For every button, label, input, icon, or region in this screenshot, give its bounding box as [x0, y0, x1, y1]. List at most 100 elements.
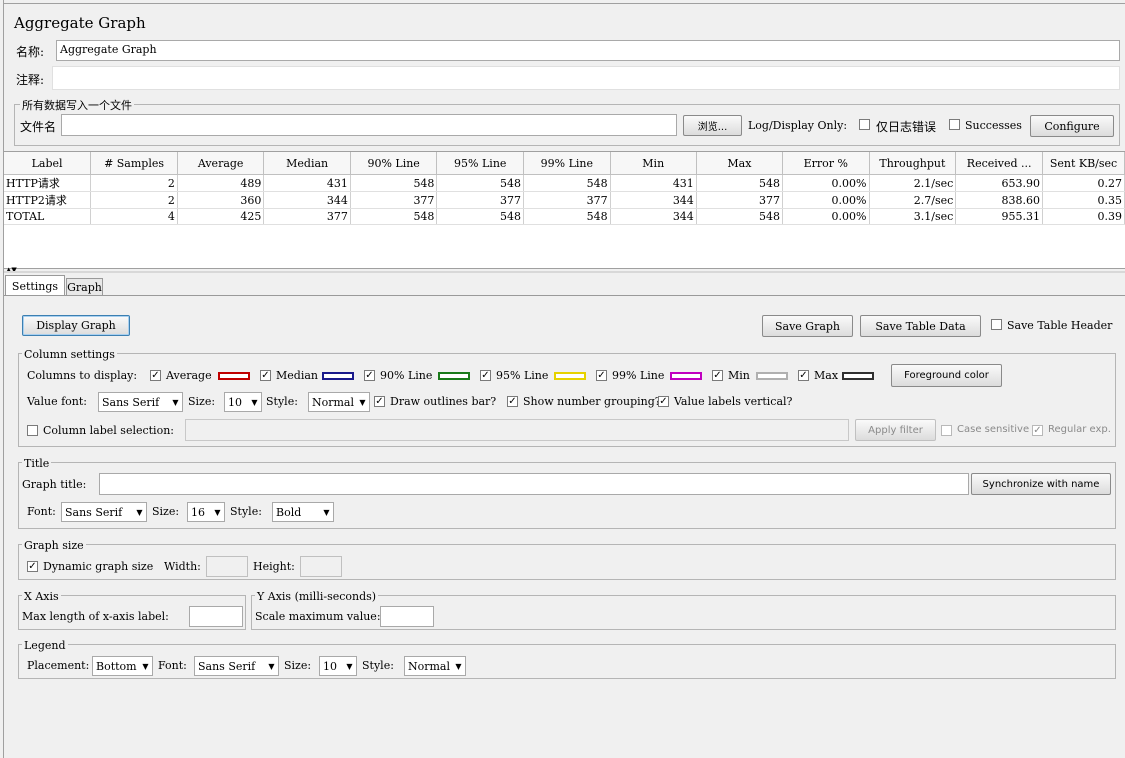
graph-title-label: Graph title: [22, 478, 87, 491]
value-vertical-label: Value labels vertical? [674, 395, 793, 408]
tab-graph[interactable]: Graph [66, 278, 103, 296]
column-header[interactable]: Error % [782, 152, 870, 175]
column-header[interactable]: 90% Line [350, 152, 438, 175]
column-header[interactable]: Received ... [955, 152, 1044, 175]
tab-settings[interactable]: Settings [5, 275, 65, 296]
column-max-color[interactable] [842, 372, 874, 380]
page-title: Aggregate Graph [14, 14, 146, 32]
chevron-down-icon: ▼ [251, 397, 258, 407]
column-min-color[interactable] [756, 372, 788, 380]
column-label-selection-checkbox[interactable] [27, 425, 38, 436]
title-size-select[interactable]: 16 ▼ [187, 502, 225, 522]
title-font-value: Sans Serif [65, 505, 123, 519]
column-99-line-color[interactable] [670, 372, 702, 380]
column-header[interactable]: 95% Line [436, 152, 525, 175]
table-row[interactable]: HTTP请求 2 489 431 548 548 548 431 548 0.00% 2.1/sec… [4, 174, 1125, 192]
dynamic-graph-size-checkbox[interactable] [27, 561, 38, 572]
table-cell: 955.31 [955, 208, 1044, 225]
save-table-header-checkbox[interactable] [991, 319, 1002, 330]
chevron-down-icon: ▼ [214, 507, 221, 517]
name-input[interactable]: Aggregate Graph [56, 40, 1120, 61]
x-axis-max-length-label: Max length of x-axis label: [22, 610, 169, 623]
filename-input[interactable] [61, 114, 677, 136]
splitter[interactable] [4, 271, 1125, 273]
column-median-checkbox[interactable] [260, 370, 271, 381]
column-99-line-checkbox[interactable] [596, 370, 607, 381]
table-cell: 548 [436, 208, 525, 225]
column-min-checkbox[interactable] [712, 370, 723, 381]
legend-size-select[interactable]: 10 ▼ [319, 656, 357, 676]
table-cell: 4 [90, 208, 178, 225]
draw-outlines-checkbox[interactable] [374, 396, 385, 407]
column-95-line-checkbox[interactable] [480, 370, 491, 381]
save-table-data-button[interactable]: Save Table Data [860, 315, 981, 337]
table-cell: 431 [263, 174, 351, 192]
table-cell: 2.1/sec [869, 174, 957, 192]
value-size-select[interactable]: 10 ▼ [224, 392, 262, 412]
y-axis-scale-label: Scale maximum value: [255, 610, 381, 623]
table-cell: 2 [90, 174, 178, 192]
height-input[interactable] [300, 556, 342, 577]
apply-filter-button[interactable]: Apply filter [855, 419, 936, 441]
column-90-line-checkbox[interactable] [364, 370, 375, 381]
legend-placement-select[interactable]: Bottom ▼ [92, 656, 153, 676]
results-table-container: Label # Samples Average Median 90% Line 95% L… [4, 151, 1125, 269]
chevron-down-icon: ▼ [455, 661, 462, 671]
display-graph-button[interactable]: Display Graph [22, 315, 130, 336]
legend-font-select[interactable]: Sans Serif ▼ [194, 656, 279, 676]
column-header[interactable]: Median [263, 152, 351, 175]
regular-exp-checkbox[interactable] [1032, 425, 1043, 436]
column-label-selection-input[interactable] [185, 419, 849, 441]
column-average-checkbox[interactable] [150, 370, 161, 381]
value-style-label: Style: [266, 395, 298, 408]
column-median-color[interactable] [322, 372, 354, 380]
column-header[interactable]: Average [177, 152, 265, 175]
case-sensitive-checkbox[interactable] [941, 425, 952, 436]
column-header[interactable]: # Samples [90, 152, 178, 175]
column-median-label: Median [276, 369, 318, 382]
column-average-color[interactable] [218, 372, 250, 380]
column-header[interactable]: Min [610, 152, 697, 175]
configure-button[interactable]: Configure [1030, 115, 1114, 137]
column-header[interactable]: Throughput [869, 152, 957, 175]
errors-only-label: 仅日志错误 [876, 120, 937, 134]
table-cell: HTTP请求 [4, 174, 92, 192]
legend-style-value: Normal [408, 659, 451, 673]
table-cell: 548 [350, 174, 438, 192]
number-grouping-checkbox[interactable] [507, 396, 518, 407]
x-axis-max-length-input[interactable] [189, 606, 243, 627]
legend-placement-value: Bottom [96, 659, 137, 673]
table-cell: 2 [90, 191, 178, 209]
value-vertical-checkbox[interactable] [658, 396, 669, 407]
legend-style-select[interactable]: Normal ▼ [404, 656, 466, 676]
table-cell: 431 [610, 174, 697, 192]
column-header[interactable]: Max [696, 152, 784, 175]
foreground-color-button[interactable]: Foreground color [891, 364, 1002, 387]
save-graph-button[interactable]: Save Graph [762, 315, 853, 337]
chevron-down-icon: ▼ [359, 397, 366, 407]
comment-input[interactable] [52, 66, 1120, 90]
y-axis-scale-input[interactable] [380, 606, 434, 627]
errors-only-checkbox[interactable] [859, 119, 870, 130]
column-90-line-color[interactable] [438, 372, 470, 380]
table-row[interactable]: HTTP2请求 2 360 344 377 377 377 344 377 0.00% 2.7/se… [4, 191, 1125, 209]
table-row[interactable]: TOTAL 4 425 377 548 548 548 344 548 0.00% 3.1/sec 9… [4, 208, 1125, 225]
column-header[interactable]: Label [4, 152, 92, 175]
height-label: Height: [253, 560, 295, 573]
title-style-select[interactable]: Bold ▼ [272, 502, 334, 522]
column-95-line-color[interactable] [554, 372, 586, 380]
chevron-down-icon: ▼ [172, 397, 179, 407]
successes-checkbox[interactable] [949, 119, 960, 130]
browse-button[interactable]: 浏览... [683, 115, 742, 136]
value-font-select[interactable]: Sans Serif ▼ [98, 392, 183, 412]
title-font-select[interactable]: Sans Serif ▼ [61, 502, 147, 522]
value-style-select[interactable]: Normal ▼ [308, 392, 370, 412]
width-input[interactable] [206, 556, 248, 577]
graph-title-input[interactable] [99, 473, 969, 495]
column-header[interactable]: 99% Line [523, 152, 611, 175]
legend-size-value: 10 [323, 659, 337, 673]
number-grouping-label: Show number grouping? [523, 395, 661, 408]
synchronize-with-name-button[interactable]: Synchronize with name [971, 473, 1111, 495]
column-header[interactable]: Sent KB/sec [1042, 152, 1125, 175]
column-max-checkbox[interactable] [798, 370, 809, 381]
